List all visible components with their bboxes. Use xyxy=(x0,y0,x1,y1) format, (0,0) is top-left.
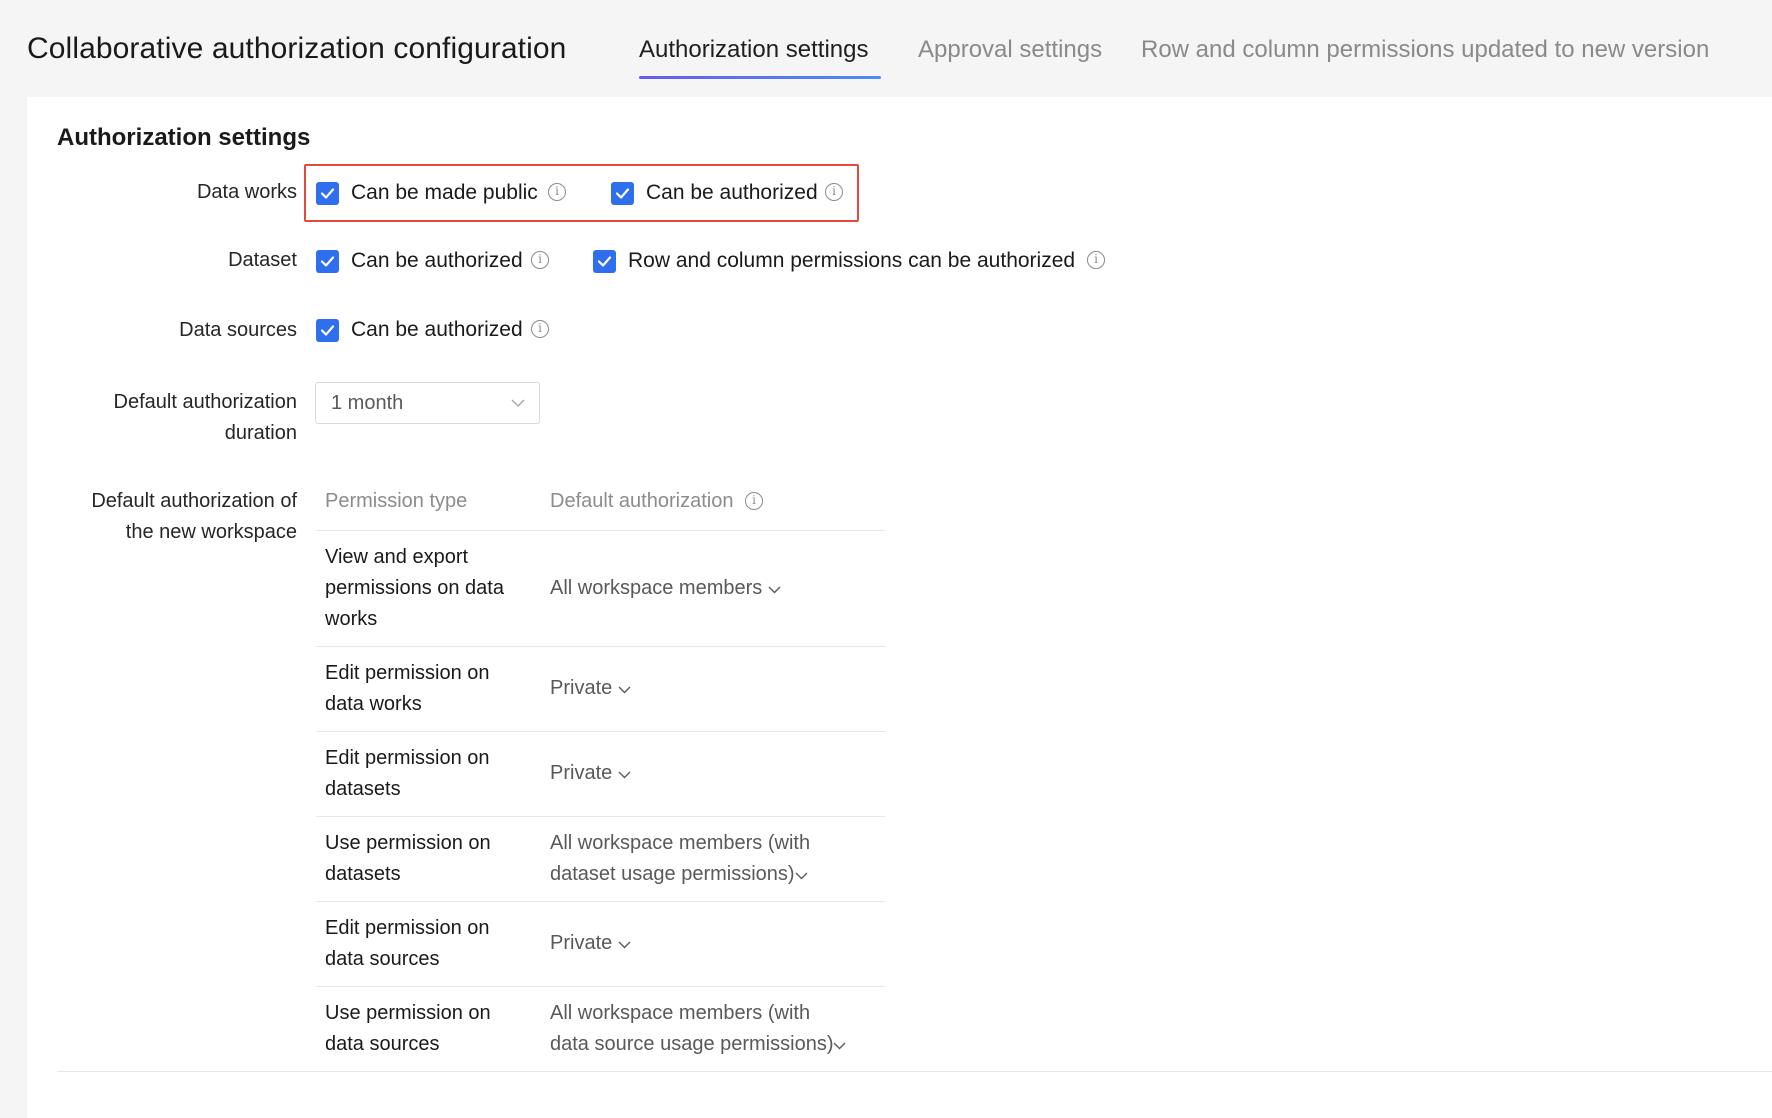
info-icon[interactable]: i xyxy=(531,320,549,338)
table-row-value-dropdown[interactable]: Private xyxy=(550,673,850,704)
cell-value: dataset usage permissions) xyxy=(550,863,795,885)
info-icon[interactable]: i xyxy=(745,492,763,510)
cell-value: Private xyxy=(550,762,613,784)
chevron-down-icon xyxy=(618,941,631,949)
cell-value: All workspace members (with xyxy=(550,1002,811,1024)
chevron-down-icon xyxy=(833,1042,846,1050)
bottom-divider xyxy=(57,1071,1772,1072)
cell-text: Edit permission on xyxy=(325,917,490,939)
default-duration-label-line1: Default authorization xyxy=(113,391,297,413)
table-row-type: Edit permission on datasets xyxy=(325,743,525,805)
table-row-value-dropdown[interactable]: All workspace members xyxy=(550,573,850,604)
table-divider xyxy=(316,986,885,987)
table-row-type: Use permission on data sources xyxy=(325,998,525,1060)
table-divider xyxy=(316,816,885,817)
data-works-label: Data works xyxy=(196,181,297,203)
dataset-can-be-authorized-checkbox[interactable] xyxy=(316,250,339,273)
cell-value: data source usage permissions) xyxy=(550,1033,834,1055)
chevron-down-icon xyxy=(511,399,525,408)
page-header: Collaborative authorization configuratio… xyxy=(0,0,1772,97)
permission-type-header: Permission type xyxy=(325,490,468,512)
default-duration-label: Default authorization duration xyxy=(114,387,297,449)
cell-text: Use permission on xyxy=(325,832,491,854)
cell-text: datasets xyxy=(325,778,401,800)
cell-text: Edit permission on xyxy=(325,747,490,769)
can-be-made-public-label: Can be made public xyxy=(351,181,538,204)
info-icon[interactable]: i xyxy=(531,251,549,269)
table-row-type: Edit permission on data sources xyxy=(325,913,525,975)
info-icon[interactable]: i xyxy=(825,183,843,201)
cell-text: datasets xyxy=(325,863,401,885)
active-tab-indicator xyxy=(639,76,881,79)
duration-select-value: 1 month xyxy=(331,392,404,414)
row-column-permissions-checkbox[interactable] xyxy=(593,250,616,273)
chevron-down-icon xyxy=(795,872,808,880)
table-divider xyxy=(316,530,885,531)
data-sources-can-be-authorized-label: Can be authorized xyxy=(351,318,523,341)
cell-value: All workspace members xyxy=(550,577,763,599)
dataset-can-be-authorized-label: Can be authorized xyxy=(351,249,523,272)
table-row-value-dropdown[interactable]: Private xyxy=(550,758,850,789)
info-icon[interactable]: i xyxy=(1087,251,1105,269)
cell-text: permissions on data xyxy=(325,577,504,599)
table-divider xyxy=(316,646,885,647)
cell-text: data sources xyxy=(325,1033,440,1055)
table-row-type: View and export permissions on data work… xyxy=(325,542,525,635)
duration-select[interactable]: 1 month xyxy=(315,382,540,424)
table-divider xyxy=(316,901,885,902)
cell-text: Edit permission on xyxy=(325,662,490,684)
table-row-value-dropdown[interactable]: All workspace members (with dataset usag… xyxy=(550,828,850,890)
info-icon[interactable]: i xyxy=(548,183,566,201)
chevron-down-icon xyxy=(768,586,781,594)
table-row-value-dropdown[interactable]: All workspace members (with data source … xyxy=(550,998,890,1060)
cell-value: Private xyxy=(550,677,613,699)
data-sources-label: Data sources xyxy=(179,319,297,341)
default-authorization-header: Default authorization xyxy=(550,490,734,512)
workspace-default-label-line2: the new workspace xyxy=(125,521,297,543)
can-be-made-public-checkbox[interactable] xyxy=(316,182,339,205)
cell-value: Private xyxy=(550,932,613,954)
section-title: Authorization settings xyxy=(57,124,311,151)
table-row-type: Use permission on datasets xyxy=(325,828,525,890)
tab-approval-settings[interactable]: Approval settings xyxy=(918,36,1102,64)
data-works-can-be-authorized-checkbox[interactable] xyxy=(611,182,634,205)
page-title: Collaborative authorization configuratio… xyxy=(27,32,567,65)
cell-text: Use permission on xyxy=(325,1002,491,1024)
cell-text: works xyxy=(325,608,378,630)
chevron-down-icon xyxy=(618,686,631,694)
dataset-label: Dataset xyxy=(228,249,297,271)
workspace-default-label: Default authorization of the new workspa… xyxy=(91,486,297,548)
cell-text: View and export xyxy=(325,546,469,568)
tab-row-column-permissions[interactable]: Row and column permissions updated to ne… xyxy=(1141,36,1709,64)
cell-text: data sources xyxy=(325,948,440,970)
table-divider xyxy=(316,731,885,732)
row-column-permissions-label: Row and column permissions can be author… xyxy=(628,249,1076,272)
chevron-down-icon xyxy=(618,771,631,779)
tab-authorization-settings[interactable]: Authorization settings xyxy=(639,36,868,64)
workspace-default-label-line1: Default authorization of xyxy=(91,490,297,512)
table-row-value-dropdown[interactable]: Private xyxy=(550,928,850,959)
data-works-can-be-authorized-label: Can be authorized xyxy=(646,181,818,204)
table-row-type: Edit permission on data works xyxy=(325,658,525,720)
data-sources-can-be-authorized-checkbox[interactable] xyxy=(316,319,339,342)
cell-text: data works xyxy=(325,693,422,715)
default-duration-label-line2: duration xyxy=(224,422,297,444)
cell-value: All workspace members (with xyxy=(550,832,811,854)
